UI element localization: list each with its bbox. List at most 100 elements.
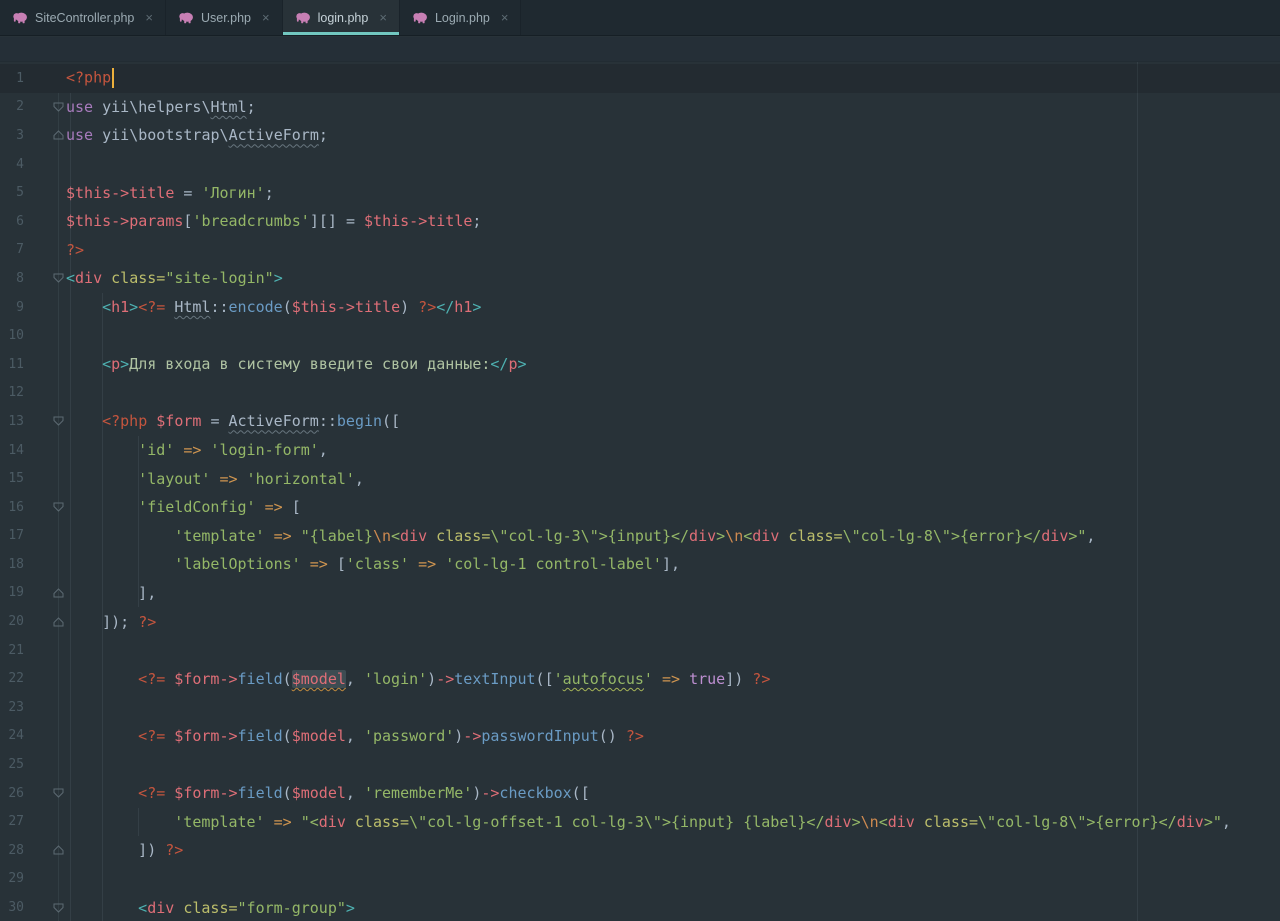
- code-token: ]);: [102, 612, 139, 631]
- fold-start-marker[interactable]: [24, 264, 66, 293]
- code-token: (: [282, 784, 292, 803]
- tab-close-icon[interactable]: ×: [501, 11, 509, 24]
- code-token: $this->title: [291, 298, 401, 317]
- code-line[interactable]: 5 $this->title = 'Логин';: [0, 178, 1280, 207]
- code-line[interactable]: 15 'layout' => 'horizontal',: [0, 464, 1280, 493]
- tab-label: SiteController.php: [35, 10, 135, 25]
- code-line[interactable]: 17'template' => "{label}\n<div class=\"c…: [0, 522, 1280, 551]
- code-text: <?php $form = ActiveForm::begin([: [66, 412, 400, 430]
- code-line[interactable]: 28]) ?>: [0, 836, 1280, 865]
- editor-tab-Login.php[interactable]: Login.php ×: [400, 0, 522, 35]
- editor-tab-login.php[interactable]: login.php ×: [282, 0, 400, 35]
- code-line[interactable]: 10: [0, 321, 1280, 350]
- code-token: \"col-lg-8\">{error}</: [842, 526, 1042, 545]
- code-line[interactable]: 2 use yii\helpers\Html;: [0, 93, 1280, 122]
- code-token: >: [851, 812, 861, 831]
- code-line[interactable]: 26 <?= $form->field($model, 'rememberMe')…: [0, 779, 1280, 808]
- fold-end-marker[interactable]: [24, 836, 66, 865]
- code-token: encode: [228, 298, 283, 317]
- fold-end-marker[interactable]: [24, 121, 66, 150]
- code-token: div: [752, 526, 780, 545]
- code-line[interactable]: 9 <h1><?= Html::encode($this->title) ?></…: [0, 293, 1280, 322]
- code-line[interactable]: 12: [0, 379, 1280, 408]
- editor-tab-User.php[interactable]: User.php ×: [166, 0, 283, 35]
- code-token: $form: [156, 412, 202, 431]
- code-line[interactable]: 27'template' => "<div class=\"col-lg-off…: [0, 807, 1280, 836]
- code-token: begin: [336, 412, 383, 431]
- fold-start-marker[interactable]: [24, 893, 66, 921]
- line-number: 1: [16, 70, 24, 86]
- code-token: field: [237, 726, 283, 745]
- fold-column: [24, 550, 66, 579]
- php-file-icon: [412, 10, 428, 25]
- fold-column: [24, 150, 66, 179]
- code-token: yii\bootstrap\: [93, 126, 229, 145]
- code-text: <div class="site-login">: [66, 269, 283, 287]
- code-token: <: [878, 812, 888, 831]
- code-editor[interactable]: 1 <?php 2 use yii\helpers\Html; 3 use yii\boo…: [0, 62, 1280, 921]
- code-token: Html: [174, 298, 211, 317]
- code-line[interactable]: 24 <?= $form->field($model, 'password')->…: [0, 722, 1280, 751]
- code-line[interactable]: 16 'fieldConfig' => [: [0, 493, 1280, 522]
- line-number: 4: [16, 156, 24, 172]
- code-token: class=: [111, 269, 166, 288]
- code-line[interactable]: 7 ?>: [0, 236, 1280, 265]
- code-line[interactable]: 6 $this->params['breadcrumbs'][] = $this-…: [0, 207, 1280, 236]
- code-token: ): [454, 726, 464, 745]
- code-line[interactable]: 8 <div class="site-login">: [0, 264, 1280, 293]
- code-line[interactable]: 25: [0, 750, 1280, 779]
- code-token: $model: [291, 784, 346, 803]
- tab-close-icon[interactable]: ×: [145, 11, 153, 24]
- fold-start-marker[interactable]: [24, 93, 66, 122]
- code-line[interactable]: 1 <?php: [0, 64, 1280, 93]
- code-token: <: [102, 355, 112, 374]
- code-line[interactable]: 14 'id' => 'login-form',: [0, 436, 1280, 465]
- fold-end-marker[interactable]: [24, 607, 66, 636]
- code-token: =>: [273, 526, 292, 545]
- code-token: ?>: [66, 240, 85, 259]
- tab-label: User.php: [200, 10, 251, 25]
- code-token: \"col-lg-8\">{error}</: [978, 812, 1177, 831]
- code-line[interactable]: 19],: [0, 579, 1280, 608]
- code-token: 'breadcrumbs': [192, 212, 310, 231]
- code-token: \n: [372, 526, 392, 545]
- code-token: >": [1068, 526, 1087, 545]
- code-line[interactable]: 4: [0, 150, 1280, 179]
- fold-start-marker[interactable]: [24, 407, 66, 436]
- line-number: 30: [8, 900, 24, 916]
- code-token: $form: [174, 669, 220, 688]
- indent-guide: [102, 293, 103, 921]
- fold-start-marker[interactable]: [24, 779, 66, 808]
- code-token: true: [689, 669, 726, 688]
- code-token: ;: [318, 126, 328, 145]
- code-token: class=: [788, 526, 843, 545]
- code-token: $model: [291, 726, 346, 745]
- code-token: =>: [309, 555, 328, 574]
- code-line[interactable]: 30 <div class="form-group">: [0, 893, 1280, 921]
- code-line[interactable]: 18 'labelOptions' => ['class' => 'col-lg-…: [0, 550, 1280, 579]
- code-line[interactable]: 22 <?= $form->field($model, 'login')->tex…: [0, 664, 1280, 693]
- tab-close-icon[interactable]: ×: [262, 11, 270, 24]
- tab-label: login.php: [317, 10, 369, 25]
- fold-end-marker[interactable]: [24, 579, 66, 608]
- tab-label: Login.php: [434, 10, 490, 25]
- code-line[interactable]: 29: [0, 865, 1280, 894]
- code-token: ][] =: [309, 212, 365, 231]
- code-line[interactable]: 21: [0, 636, 1280, 665]
- code-line[interactable]: 23: [0, 693, 1280, 722]
- line-number: 17: [8, 528, 24, 544]
- tab-close-icon[interactable]: ×: [379, 11, 387, 24]
- code-line[interactable]: 20]); ?>: [0, 607, 1280, 636]
- fold-column: [24, 207, 66, 236]
- fold-start-marker[interactable]: [24, 493, 66, 522]
- line-number: 22: [8, 671, 24, 687]
- code-line[interactable]: 3 use yii\bootstrap\ActiveForm;: [0, 121, 1280, 150]
- code-line[interactable]: 11 <p>Для входа в систему введите свои да…: [0, 350, 1280, 379]
- code-token: (): [598, 726, 626, 745]
- code-token: </: [490, 355, 509, 374]
- code-token: field: [237, 669, 283, 688]
- editor-tab-SiteController.php[interactable]: SiteController.php ×: [0, 0, 166, 35]
- code-line[interactable]: 13 <?php $form = ActiveForm::begin([: [0, 407, 1280, 436]
